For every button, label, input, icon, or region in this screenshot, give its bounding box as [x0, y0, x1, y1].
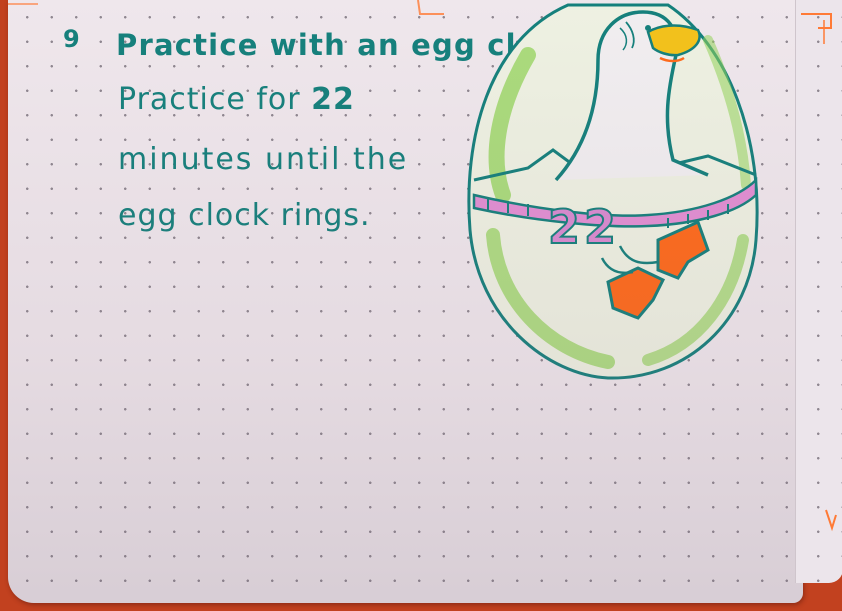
timer-number: 22	[548, 200, 620, 254]
adjacent-page	[795, 0, 842, 583]
notebook-page: 9 Practice with an egg clock Practice fo…	[8, 0, 803, 603]
egg-clock-duck-drawing: 22	[8, 0, 759, 380]
adjacent-page-marks	[801, 13, 837, 532]
